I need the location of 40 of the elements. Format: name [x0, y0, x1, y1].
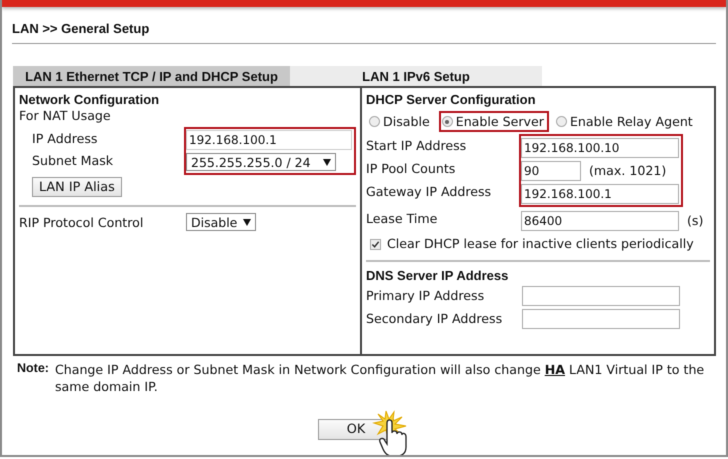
checkbox[interactable]	[370, 239, 381, 250]
section-heading: DNS Server IP Address	[366, 268, 510, 284]
radio-button[interactable]	[556, 116, 567, 127]
field-label: IP Address	[31, 130, 98, 146]
field-hint: (s)	[687, 213, 704, 228]
section-heading: DHCP Server Configuration	[366, 92, 537, 108]
field-label: Gateway IP Address	[366, 184, 492, 199]
section-subheading: For NAT Usage	[19, 108, 112, 125]
radio-button[interactable]	[369, 116, 380, 127]
input-field[interactable]: 90	[521, 160, 581, 180]
field-label: Secondary IP Address	[366, 311, 504, 326]
radio-option[interactable]: Enable Relay Agent	[552, 111, 698, 132]
lan-ip-alias-button[interactable]: LAN IP Alias	[32, 177, 122, 197]
note-label: Note:	[17, 361, 49, 377]
tab[interactable]: LAN 1 IPv6 Setup	[290, 66, 542, 86]
radio-option[interactable]: Enable Server	[438, 111, 549, 132]
note-text: Change IP Address or Subnet Mask in Network Configuration will also change HA LAN1 Virtual IP to the same domain IP.	[54, 361, 706, 395]
radio-button[interactable]	[442, 116, 453, 127]
caret-icon	[323, 158, 332, 166]
input-field[interactable]: 192.168.100.1	[186, 130, 352, 150]
tab[interactable]: LAN 1 Ethernet TCP / IP and DHCP Setup	[13, 66, 290, 86]
section-heading: Network Configuration	[19, 92, 160, 108]
checkbox-label: Clear DHCP lease for inactive clients periodically	[387, 236, 694, 252]
field-label: Start IP Address	[366, 138, 466, 153]
input-field[interactable]	[522, 308, 680, 328]
radio-option[interactable]: Disable	[366, 111, 435, 132]
input-field[interactable]: 192.168.100.10	[521, 138, 679, 158]
field-label: Subnet Mask	[31, 152, 114, 168]
field-hint: (max. 1021)	[589, 163, 666, 178]
field-label: IP Pool Counts	[366, 161, 456, 176]
field-label: Primary IP Address	[366, 288, 486, 303]
dropdown[interactable]: Disable	[186, 213, 256, 231]
field-label: Lease Time	[366, 211, 438, 226]
dropdown[interactable]: 255.255.255.0 / 24	[186, 153, 336, 171]
caret-icon	[243, 218, 252, 226]
input-field[interactable]: 192.168.100.1	[521, 184, 679, 204]
input-field[interactable]: 86400	[521, 210, 679, 230]
field-label: RIP Protocol Control	[19, 214, 144, 230]
input-field[interactable]	[522, 286, 680, 306]
page-title: LAN >> General Setup	[11, 20, 150, 38]
